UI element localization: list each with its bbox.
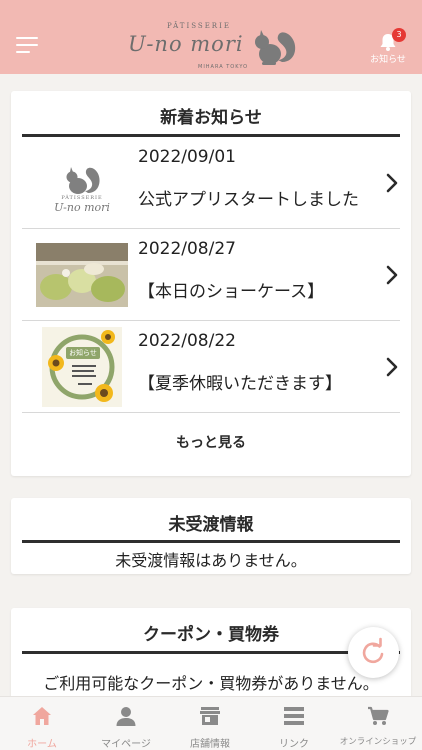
tab-label: ホーム: [27, 739, 57, 750]
tab-label: 店舗情報: [190, 739, 230, 750]
app-header: PÂTISSERIE U-no mori MIHARA TOKYO 3 お知らせ: [0, 0, 422, 74]
tab-label: リンク: [279, 739, 309, 750]
tab-label: マイページ: [101, 739, 151, 750]
news-title: 新着お知らせ: [160, 108, 262, 128]
chevron-right-icon: [386, 265, 398, 285]
news-item[interactable]: PÂTISSERIE U-no mori 2022/09/01 公式アプリスター…: [22, 137, 400, 229]
tab-label: オンラインショップ: [339, 737, 417, 747]
logo-wordmark: U-no mori: [128, 32, 244, 56]
refresh-button[interactable]: [348, 627, 399, 678]
news-date: 2022/08/22: [138, 331, 236, 351]
pending-delivery-card: 未受渡情報 未受渡情報はありません。: [11, 498, 411, 574]
sunflower-notice: お知らせ: [42, 327, 122, 407]
menu-icon-bar: [16, 37, 38, 39]
bottom-tab-bar: ホーム マイページ 店舗情報 リンク オンラインショップ: [0, 696, 422, 750]
store-icon: [200, 707, 220, 725]
logo-subtitle: PÂTISSERIE: [167, 22, 231, 30]
notifications-button[interactable]: 3 お知らせ: [368, 28, 408, 66]
news-headline: 【本日のショーケース】: [138, 282, 325, 302]
news-date: 2022/08/27: [138, 239, 236, 259]
notification-badge: 3: [392, 28, 406, 42]
logo-location: MIHARA TOKYO: [198, 64, 249, 70]
pending-title: 未受渡情報: [168, 515, 254, 535]
refresh-icon: [362, 637, 384, 664]
news-headline: 公式アプリスタートしました: [138, 190, 359, 210]
thumb-logo-wordmark: U-no mori: [54, 201, 110, 214]
news-headline: 【夏季休暇いただきます】: [138, 374, 342, 394]
tab-links[interactable]: リンク: [252, 697, 336, 750]
see-more-link[interactable]: もっと見る: [11, 432, 411, 452]
news-item[interactable]: 2022/08/27 【本日のショーケース】: [22, 229, 400, 321]
news-card: 新着お知らせ PÂTISSERIE U-no mori 2022/09/01 公…: [11, 91, 411, 476]
tab-home[interactable]: ホーム: [0, 697, 84, 750]
menu-icon-bar: [16, 44, 38, 46]
news-date: 2022/09/01: [138, 147, 236, 167]
tab-online-shop[interactable]: オンラインショップ: [336, 697, 420, 750]
notice-badge-text: お知らせ: [69, 349, 97, 357]
showcase-image: [36, 243, 128, 307]
logo-thumbnail: PÂTISSERIE U-no mori: [36, 151, 128, 215]
title-divider: [22, 540, 400, 543]
news-item[interactable]: お知らせ 2022/08/22 【夏季休暇いただきます】: [22, 321, 400, 413]
chevron-right-icon: [386, 173, 398, 193]
sunflower-image: [42, 327, 122, 407]
title-divider: [22, 651, 400, 654]
chevron-right-icon: [386, 357, 398, 377]
menu-button[interactable]: [16, 37, 38, 55]
notifications-label: お知らせ: [370, 55, 406, 65]
menu-icon-bar: [16, 51, 30, 53]
showcase-photo: [36, 243, 128, 307]
cart-icon: [368, 706, 389, 725]
home-icon: [33, 707, 51, 725]
person-icon: [116, 707, 136, 726]
squirrel-icon: [255, 30, 296, 65]
tab-store-info[interactable]: 店舗情報: [168, 697, 252, 750]
tab-mypage[interactable]: マイページ: [84, 697, 168, 750]
list-icon: [284, 707, 304, 725]
pending-empty-message: 未受渡情報はありません。: [115, 551, 307, 570]
brand-logo[interactable]: PÂTISSERIE U-no mori MIHARA TOKYO: [128, 22, 298, 70]
